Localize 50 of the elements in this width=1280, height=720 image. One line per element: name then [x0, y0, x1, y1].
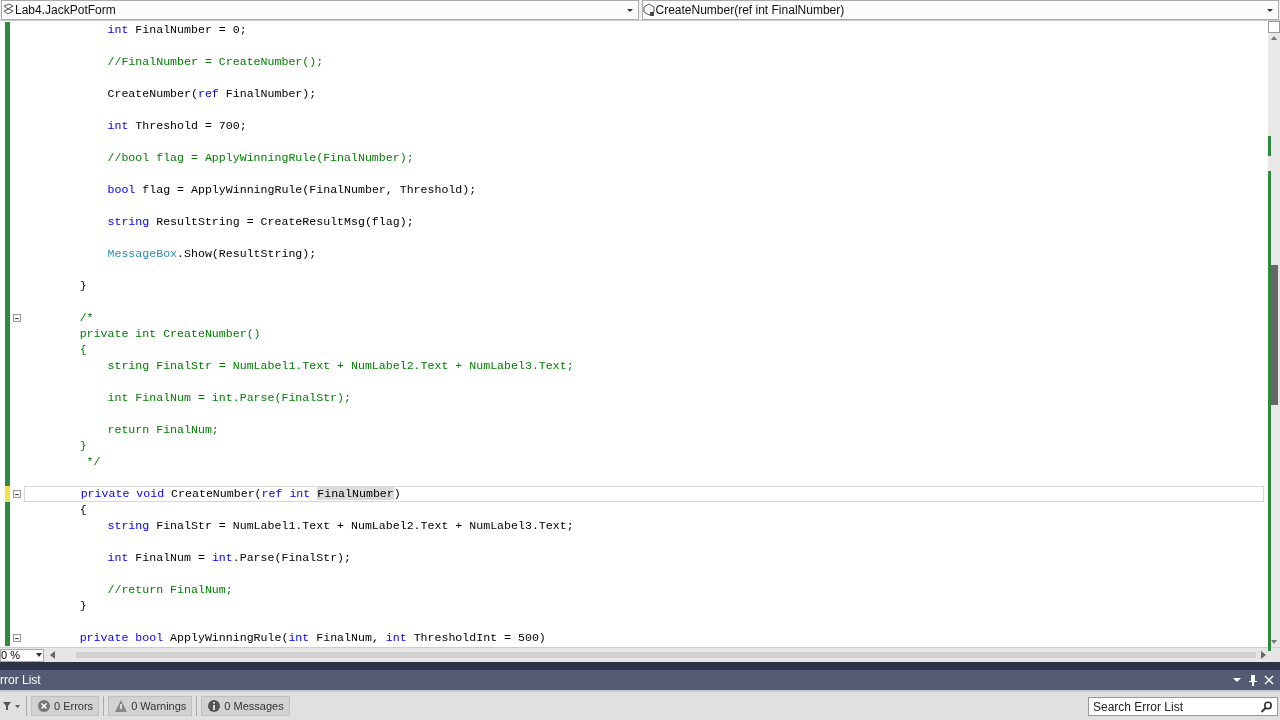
error-icon — [37, 699, 51, 713]
info-icon — [207, 699, 222, 713]
zoom-dropdown[interactable]: 0 % — [0, 648, 44, 662]
code-line: int FinalNumber = 0; — [106, 23, 248, 37]
code-line: int Threshold = 700; — [106, 119, 248, 133]
code-line: //FinalNumber = CreateNumber(); — [106, 55, 325, 69]
code-line: { — [78, 503, 88, 517]
code-line: bool flag = ApplyWinningRule(FinalNumber, Threshold); — [106, 183, 478, 197]
code-line: */ — [85, 455, 102, 469]
code-line: string ResultString = CreateResultMsg(flag); — [106, 215, 415, 229]
code-line: return FinalNum; — [106, 423, 220, 437]
code-line: } — [78, 439, 88, 453]
caret-icon[interactable] — [1232, 675, 1242, 685]
messages-filter-button[interactable]: 0 Messages — [201, 696, 290, 716]
search-field[interactable]: Search Error List — [1088, 697, 1278, 716]
code-line: private int CreateNumber() — [78, 327, 262, 341]
code-line: //bool flag = ApplyWinningRule(FinalNumber); — [106, 151, 415, 165]
filter-icon[interactable] — [2, 701, 22, 711]
class-dropdown[interactable]: Lab4.JackPotForm — [1, 0, 639, 20]
code-line: int FinalNum = int.Parse(FinalStr); — [106, 391, 352, 405]
pin-icon[interactable] — [1248, 674, 1258, 686]
warnings-filter-button[interactable]: 0 Warnings — [108, 696, 193, 716]
split-icon[interactable] — [1268, 21, 1280, 33]
code-line: /* — [78, 311, 95, 325]
code-line: MessageBox.Show(ResultString); — [106, 247, 318, 261]
code-line: } — [78, 599, 88, 613]
member-dropdown[interactable]: CreateNumber(ref int FinalNumber) — [641, 0, 1279, 20]
caret-icon — [35, 652, 43, 658]
code-line: string FinalStr = NumLabel1.Text + NumLabel2.Text + NumLabel3.Text; — [106, 519, 575, 533]
scroll-left-icon[interactable] — [48, 650, 58, 660]
scroll-thumb[interactable] — [1271, 265, 1278, 405]
search-icon — [1260, 700, 1274, 713]
collapse-icon[interactable] — [13, 490, 21, 498]
change-overview-marker — [1268, 136, 1271, 156]
code-line: string FinalStr = NumLabel1.Text + NumLabel2.Text + NumLabel3.Text; — [106, 359, 575, 373]
code-line: private bool ApplyWinningRule(int FinalNum, int ThresholdInt = 500) — [78, 631, 547, 645]
collapse-icon[interactable] — [13, 634, 21, 642]
code-line: CreateNumber(ref FinalNumber); — [106, 87, 318, 101]
code-line: //return FinalNum; — [106, 583, 234, 597]
code-line: } — [78, 279, 88, 293]
scroll-right-icon[interactable] — [1258, 650, 1268, 660]
collapse-icon[interactable] — [13, 314, 21, 322]
class-icon — [2, 3, 14, 17]
warning-icon — [114, 699, 129, 713]
panel-title: rror List — [0, 673, 42, 687]
errors-filter-button[interactable]: 0 Errors — [31, 696, 100, 716]
code-line: { — [78, 343, 88, 357]
method-icon — [642, 3, 655, 17]
close-icon[interactable] — [1264, 675, 1274, 685]
code-line: int FinalNum = int.Parse(FinalStr); — [106, 551, 353, 565]
